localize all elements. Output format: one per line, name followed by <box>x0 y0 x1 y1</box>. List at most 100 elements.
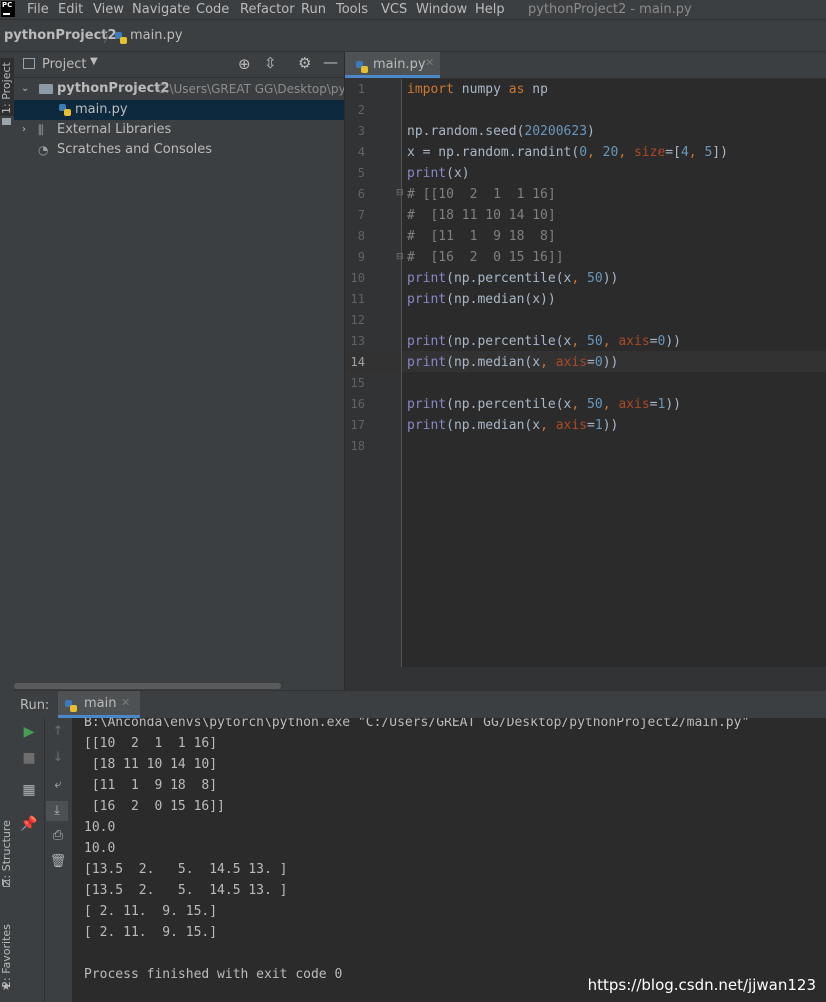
tree-item-label: main.py <box>75 102 128 117</box>
close-icon[interactable]: ✕ <box>425 56 434 69</box>
stop-icon[interactable]: ■ <box>19 750 39 766</box>
code-line[interactable]: # [[10 2 1 1 16] <box>407 184 556 205</box>
run-label: Run: <box>20 698 50 713</box>
line-number: 7 <box>357 208 365 222</box>
python-file-icon <box>356 59 368 74</box>
print-icon[interactable]: ⎙ <box>48 828 68 843</box>
pin-icon[interactable]: 📌 <box>19 816 39 832</box>
horizontal-scrollbar[interactable] <box>14 683 281 689</box>
menu-tools[interactable]: Tools <box>336 0 368 19</box>
line-number: 12 <box>350 313 365 327</box>
line-number: 14 <box>350 355 365 369</box>
code-line[interactable]: np.random.seed(20200623) <box>407 121 595 142</box>
left-tool-strip: 1: Project Z: Structure 2: Favorites ★ <box>0 52 14 1002</box>
fold-icon[interactable]: ⊟ <box>396 188 404 198</box>
menu-window[interactable]: Window <box>416 0 467 19</box>
tree-item-label: Scratches and Consoles <box>57 142 213 157</box>
editor-tab-bar: main.py ✕ <box>345 52 826 79</box>
code-line[interactable]: print(np.percentile(x, 50, axis=1)) <box>407 394 681 415</box>
fold-icon[interactable]: ⊟ <box>396 252 404 262</box>
folder-icon <box>39 80 53 99</box>
menu-view[interactable]: View <box>93 0 124 19</box>
code-line[interactable]: print(np.median(x, axis=1)) <box>407 415 618 436</box>
line-number: 8 <box>357 229 365 243</box>
code-line[interactable]: # [18 11 10 14 10] <box>407 205 556 226</box>
project-panel-header: Project ▼ ⊕ ⇳ ⚙ — <box>14 52 344 78</box>
rerun-icon[interactable]: ▶ <box>19 724 39 740</box>
chevron-down-icon[interactable]: ⌄ <box>21 79 29 99</box>
line-number: 15 <box>350 376 365 390</box>
code-line[interactable]: print(np.median(x)) <box>407 289 556 310</box>
menu-edit[interactable]: Edit <box>58 0 83 19</box>
layout-icon[interactable]: ▦ <box>19 782 39 798</box>
library-icon: ⫼ <box>38 123 44 137</box>
breadcrumb-file[interactable]: main.py <box>130 28 183 43</box>
console-output[interactable]: B:\Anconda\envs\pytorch\python.exe "C:/U… <box>72 718 826 1002</box>
console-line: B:\Anconda\envs\pytorch\python.exe "C:/U… <box>84 718 750 730</box>
structure-tab-label: Z: Structure <box>0 820 13 886</box>
scroll-to-end-icon[interactable]: ⤓ <box>46 801 68 821</box>
python-file-icon <box>59 100 71 120</box>
code-line[interactable]: print(np.median(x, axis=0)) <box>407 352 618 373</box>
project-panel: Project ▼ ⊕ ⇳ ⚙ — ⌄ pythonProject2 C:\Us… <box>14 52 344 690</box>
code-line[interactable]: print(np.percentile(x, 50)) <box>407 268 618 289</box>
collapse-all-icon[interactable]: ⇳ <box>264 54 277 72</box>
soft-wrap-icon[interactable]: ⤶ <box>48 777 68 792</box>
root-project-path: C:\Users\GREAT GG\Desktop\py <box>157 82 344 96</box>
line-number: 13 <box>350 334 365 348</box>
chevron-right-icon[interactable]: › <box>22 120 26 140</box>
console-line: 10.0 <box>84 841 116 856</box>
chevron-down-icon[interactable]: ▼ <box>90 56 98 67</box>
code-line[interactable]: import numpy as np <box>407 79 548 100</box>
code-line[interactable]: # [11 1 9 18 8] <box>407 226 556 247</box>
console-line: Process finished with exit code 0 <box>84 967 343 982</box>
line-number: 2 <box>357 103 365 117</box>
project-tool-tab[interactable]: 1: Project <box>0 58 14 116</box>
locate-icon[interactable]: ⊕ <box>238 55 251 73</box>
console-line: [18 11 10 14 10] <box>84 757 218 772</box>
menu-vcs[interactable]: VCS <box>381 0 407 19</box>
folder-icon <box>2 118 11 125</box>
line-number: 9 <box>357 250 365 264</box>
tree-root[interactable]: ⌄ pythonProject2 C:\Users\GREAT GG\Deskt… <box>14 79 344 99</box>
favorites-tab-label: 2: Favorites <box>0 924 13 988</box>
line-number: 6 <box>357 187 365 201</box>
hide-icon[interactable]: — <box>323 53 338 71</box>
menu-help[interactable]: Help <box>475 0 505 19</box>
code-line[interactable]: # [16 2 0 15 16]] <box>407 247 564 268</box>
close-icon[interactable]: ✕ <box>121 696 130 709</box>
code-line[interactable]: print(np.percentile(x, 50, axis=0)) <box>407 331 681 352</box>
arrow-down-icon[interactable]: ↓ <box>48 750 68 765</box>
arrow-up-icon[interactable]: ↑ <box>48 724 68 739</box>
trash-icon[interactable]: 🗑 <box>48 854 68 869</box>
tree-item-scratches[interactable]: ◔ Scratches and Consoles <box>14 140 344 160</box>
project-view-selector[interactable]: Project <box>42 57 86 72</box>
console-line: [13.5 2. 5. 14.5 13. ] <box>84 862 288 877</box>
root-project-name: pythonProject2 <box>57 81 170 96</box>
tree-item-label: External Libraries <box>57 122 172 137</box>
line-number: 10 <box>350 271 365 285</box>
menu-navigate[interactable]: Navigate <box>132 0 190 19</box>
tree-item-main-py[interactable]: main.py <box>14 100 344 120</box>
code-line[interactable]: x = np.random.randint(0, 20, size=[4, 5]… <box>407 142 728 163</box>
console-line: [ 2. 11. 9. 15.] <box>84 904 218 919</box>
star-icon: ★ <box>1 980 11 993</box>
menu-run[interactable]: Run <box>301 0 326 19</box>
breadcrumb-project[interactable]: pythonProject2 <box>4 28 117 43</box>
code-line[interactable]: print(x) <box>407 163 470 184</box>
tree-item-external-libraries[interactable]: › ⫼ External Libraries <box>14 120 344 140</box>
run-toolbar-left: ▶ ■ ▦ 📌 <box>14 718 44 1002</box>
run-toolbar-right: ↑ ↓ ⤶ ⤓ ⎙ 🗑 <box>44 718 72 1002</box>
gear-icon[interactable]: ⚙ <box>298 54 311 72</box>
console-line: [11 1 9 18 8] <box>84 778 218 793</box>
console-line: [13.5 2. 5. 14.5 13. ] <box>84 883 288 898</box>
run-tab-main[interactable]: main ✕ <box>58 691 140 718</box>
line-number: 18 <box>350 439 365 453</box>
console-line: [16 2 0 15 16]] <box>84 799 225 814</box>
window-title: pythonProject2 - main.py <box>528 2 692 17</box>
line-number: 5 <box>357 166 365 180</box>
menu-code[interactable]: Code <box>196 0 229 19</box>
menu-file[interactable]: File <box>27 0 49 19</box>
tab-main-py[interactable]: main.py ✕ <box>345 52 440 78</box>
menu-refactor[interactable]: Refactor <box>240 0 295 19</box>
